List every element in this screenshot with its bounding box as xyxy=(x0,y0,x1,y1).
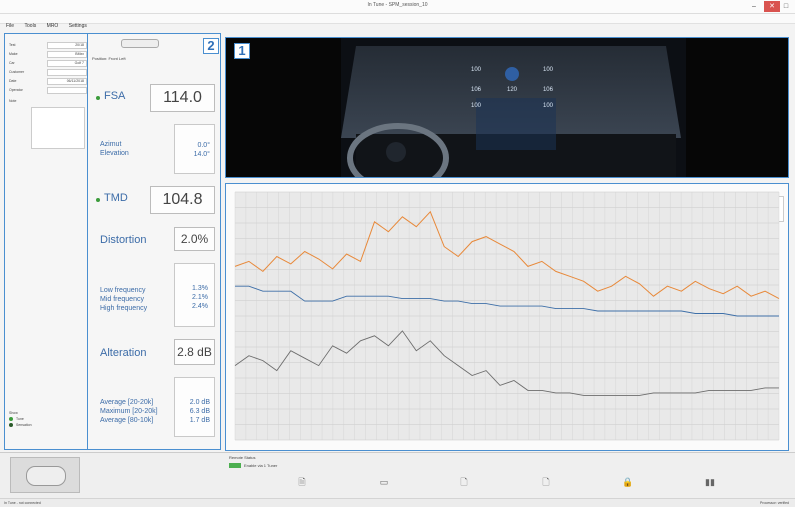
status-text: In Tune - not connected xyxy=(4,501,41,505)
average-80-10k-label: Average [80-10k] xyxy=(100,417,154,424)
lock-icon[interactable]: 🔒 xyxy=(622,476,634,488)
grid-value: 100 xyxy=(471,67,482,73)
mid-frequency-value: 2.1% xyxy=(192,294,208,301)
remote-status-value: Enable via 1 Tuner xyxy=(244,463,278,468)
maximum-20-20k-value: 6.3 dB xyxy=(189,408,210,415)
averages-box: 2.0 dB 6.3 dB 1.7 dB xyxy=(174,377,215,437)
folder-icon[interactable]: ▭ xyxy=(378,476,390,488)
bottom-panel: Remote Status Enable via 1 Tuner xyxy=(0,452,795,498)
car-input[interactable]: Golf 7 xyxy=(47,60,87,67)
date-input[interactable]: 06/11/2018 xyxy=(47,78,87,85)
menu-tools[interactable]: Tools xyxy=(25,21,37,31)
speaker-toggle[interactable] xyxy=(121,39,159,48)
response-chart-panel: 3 Tune Orange Grey Ambient xyxy=(225,183,789,451)
report-icon[interactable]: 🗋 xyxy=(540,476,552,488)
alteration-label: Alteration xyxy=(100,347,147,359)
azimut-value: 0.0° xyxy=(197,142,210,149)
badge-1: 1 xyxy=(234,43,250,59)
notes-textarea[interactable] xyxy=(31,107,85,149)
page-icon[interactable]: 🗋 xyxy=(458,476,470,488)
sensation-dot-icon xyxy=(9,423,13,427)
fsa-value: 114.0 xyxy=(150,84,215,112)
window-title: In Tune - SPM_session_10 xyxy=(367,2,428,8)
high-frequency-label: High frequency xyxy=(100,305,148,312)
fsa-indicator-icon xyxy=(96,96,100,100)
title-bar: In Tune - SPM_session_10 – ✕ □ xyxy=(0,0,795,14)
maximum-20-20k-label: Maximum [20-20k] xyxy=(100,408,158,415)
grid-value: 106 xyxy=(471,87,482,93)
show-legend: Show Tune Sensation xyxy=(9,411,32,427)
menu-mro[interactable]: MRO xyxy=(47,21,59,31)
azimut-label: Azimut xyxy=(100,141,122,148)
show-item-tune[interactable]: Tune xyxy=(9,417,32,421)
mid-frequency-label: Mid frequency xyxy=(100,296,144,303)
alteration-value: 2.8 dB xyxy=(174,339,215,365)
test-input[interactable]: 20/18 xyxy=(47,42,87,49)
status-right-text: Processor: verified xyxy=(760,501,789,505)
tune-dot-icon xyxy=(9,417,13,421)
document-icon[interactable]: 🗎 xyxy=(296,476,308,488)
car-interior-view: 1 100 100 106 120 106 100 100 xyxy=(225,37,789,178)
grid-value: 120 xyxy=(506,87,517,93)
badge-2: 2 xyxy=(203,38,219,54)
car-thumbnail[interactable] xyxy=(10,457,80,493)
make-input[interactable]: BMxx xyxy=(47,51,87,58)
grid-value: 100 xyxy=(542,67,553,73)
grid-value: 100 xyxy=(542,103,553,109)
operator-input[interactable] xyxy=(47,87,87,94)
remote-status-label: Remote Status xyxy=(229,455,256,460)
minimize-button[interactable]: – xyxy=(748,1,760,12)
bar-chart-icon[interactable]: ▮▮ xyxy=(704,476,716,488)
angle-box: 0.0° 14.0° xyxy=(174,124,215,174)
status-bar: In Tune - not connected Processor: verif… xyxy=(0,498,795,507)
high-frequency-value: 2.4% xyxy=(192,303,208,310)
low-frequency-label: Low frequency xyxy=(100,287,146,294)
show-title: Show xyxy=(9,411,18,415)
menu-file[interactable]: File xyxy=(6,21,14,31)
session-info-panel: Test 20/18 Make BMxx Car Golf 7 Customer Da… xyxy=(4,33,88,450)
menu-bar: File Tools MRO Settings xyxy=(0,14,795,29)
tmd-value: 104.8 xyxy=(150,186,215,214)
customer-input[interactable] xyxy=(47,69,87,76)
low-frequency-value: 1.3% xyxy=(192,285,208,292)
average-20-20k-label: Average [20-20k] xyxy=(100,399,154,406)
remote-status-indicator xyxy=(229,463,241,468)
grid-value: 106 xyxy=(542,87,553,93)
speaker-grid: 100 100 106 120 106 100 100 xyxy=(471,67,553,117)
frequency-box: 1.3% 2.1% 2.4% xyxy=(174,263,215,327)
average-80-10k-value: 1.7 dB xyxy=(189,417,210,424)
measurement-box xyxy=(100,457,220,493)
distortion-value: 2.0% xyxy=(174,227,215,251)
elevation-value: 14.0° xyxy=(193,151,210,158)
fsa-label: FSA xyxy=(104,90,126,102)
elevation-label: Elevation xyxy=(100,150,129,157)
car-top-view-icon xyxy=(26,466,66,486)
position-label: Position: Front Left xyxy=(92,56,126,61)
distortion-label: Distortion xyxy=(100,234,147,246)
maximize-button[interactable]: □ xyxy=(780,1,792,12)
grid-value: 100 xyxy=(471,103,482,109)
response-chart xyxy=(234,191,780,441)
show-item-sensation[interactable]: Sensation xyxy=(9,423,32,427)
average-20-20k-value: 2.0 dB xyxy=(189,399,210,406)
listener-head-icon xyxy=(505,67,519,81)
metrics-panel: 2 Position: Front Left FSA 114.0 Azimut … xyxy=(88,33,221,450)
tmd-indicator-icon xyxy=(96,198,100,202)
menu-settings[interactable]: Settings xyxy=(69,21,87,31)
tmd-label: TMD xyxy=(104,192,128,204)
close-button[interactable]: ✕ xyxy=(764,1,780,12)
